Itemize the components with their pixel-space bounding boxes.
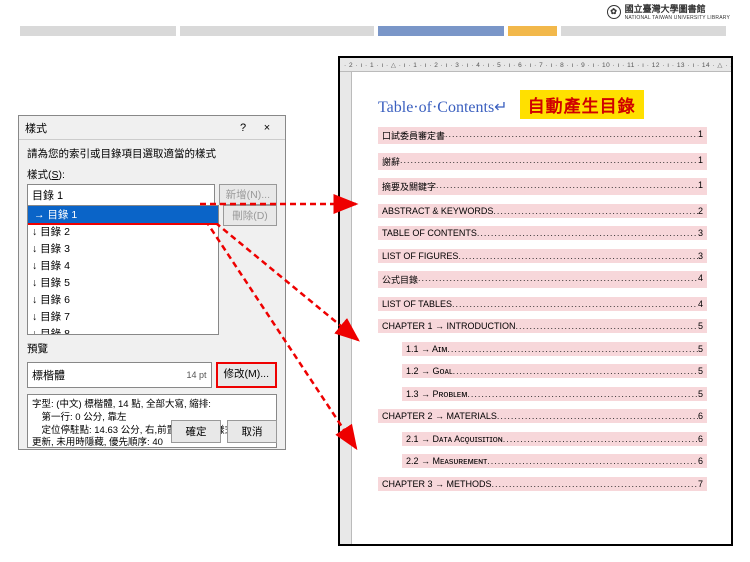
toc-entry: 公式目錄....................................… <box>378 271 707 288</box>
style-list-item[interactable]: ↓ 目錄 7 <box>28 308 218 325</box>
new-style-button[interactable]: 新增(N)... <box>219 184 277 205</box>
toc-entry: CHAPTER 3 → METHODS.....................… <box>378 477 707 491</box>
toc-entry: 2.2 → Mᴇᴀsᴜʀᴇᴍᴇɴᴛ.......................… <box>402 454 707 468</box>
dialog-title: 樣式 <box>25 120 231 136</box>
style-list-item[interactable]: ↓ 目錄 4 <box>28 257 218 274</box>
toc-entry: 1.3 → Pʀᴏʙʟᴇᴍ...........................… <box>402 387 707 401</box>
auto-generate-badge: 自動產生目錄 <box>520 90 644 119</box>
style-list-item[interactable]: ↓ 目錄 2 <box>28 223 218 240</box>
style-list-item[interactable]: → 目錄 1 <box>27 205 219 225</box>
cancel-button[interactable]: 取消 <box>227 420 277 443</box>
preview-display: 標楷體 14 pt <box>27 362 212 388</box>
toc-entry: ABSTRACT & KEYWORDS.....................… <box>378 204 707 218</box>
toc-entry: LIST OF FIGURES.........................… <box>378 249 707 263</box>
ok-button[interactable]: 確定 <box>171 420 221 443</box>
vertical-ruler[interactable] <box>340 72 352 544</box>
style-list-item[interactable]: ↓ 目錄 3 <box>28 240 218 257</box>
preview-label: 預覽 <box>27 341 277 356</box>
toc-entry: 口試委員審定書.................................… <box>378 127 707 144</box>
toc-entry: 摘要及關鍵字..................................… <box>378 178 707 195</box>
document-preview: · 2 · ı · 1 · ı · △ · ı · 1 · ı · 2 · ı … <box>338 56 733 546</box>
close-button[interactable]: × <box>255 122 279 134</box>
toc-heading: Table·of·Contents↵ <box>378 97 508 117</box>
toc-entry: 謝辭......................................… <box>378 153 707 170</box>
toc-entry: 2.1 → Dᴀᴛᴀ Aᴄǫᴜɪsɪᴛɪᴏɴ..................… <box>402 432 707 446</box>
toc-entry: CHAPTER 2 → MATERIALS...................… <box>378 409 707 423</box>
decorative-bars <box>20 26 730 36</box>
toc-entry: LIST OF TABLES..........................… <box>378 297 707 311</box>
current-style-field[interactable]: 目錄 1 <box>27 184 215 205</box>
delete-style-button[interactable]: 刪除(D) <box>223 205 277 226</box>
modify-button[interactable]: 修改(M)... <box>216 362 278 388</box>
style-list-item[interactable]: ↓ 目錄 6 <box>28 291 218 308</box>
dialog-titlebar: 樣式 ? × <box>19 116 285 140</box>
toc-entry: 1.1 → Aɪᴍ...............................… <box>402 342 707 356</box>
style-dialog: 樣式 ? × 請為您的索引或目錄項目選取適當的樣式 樣式(S): 目錄 1 新增… <box>18 115 286 450</box>
help-button[interactable]: ? <box>231 122 255 134</box>
style-list-item[interactable]: ↓ 目錄 5 <box>28 274 218 291</box>
logo-icon: ✿ <box>607 5 621 19</box>
library-logo: ✿ 國立臺灣大學圖書館 NATIONAL TAIWAN UNIVERSITY L… <box>607 2 730 21</box>
style-list-item[interactable]: ↓ 目錄 8 <box>28 325 218 335</box>
styles-label: 樣式(S): <box>27 167 277 182</box>
style-listbox[interactable]: → 目錄 1↓ 目錄 2↓ 目錄 3↓ 目錄 4↓ 目錄 5↓ 目錄 6↓ 目錄… <box>27 205 219 335</box>
page-content: Table·of·Contents↵ 自動產生目錄 口試委員審定書.......… <box>354 78 725 538</box>
toc-entry: CHAPTER 1 → INTRODUCTION................… <box>378 319 707 333</box>
toc-entry: 1.2 → Gᴏᴀʟ..............................… <box>402 364 707 378</box>
horizontal-ruler[interactable]: · 2 · ı · 1 · ı · △ · ı · 1 · ı · 2 · ı … <box>340 58 731 72</box>
toc-entry: TABLE OF CONTENTS.......................… <box>378 226 707 240</box>
dialog-instruction: 請為您的索引或目錄項目選取適當的樣式 <box>27 146 277 161</box>
